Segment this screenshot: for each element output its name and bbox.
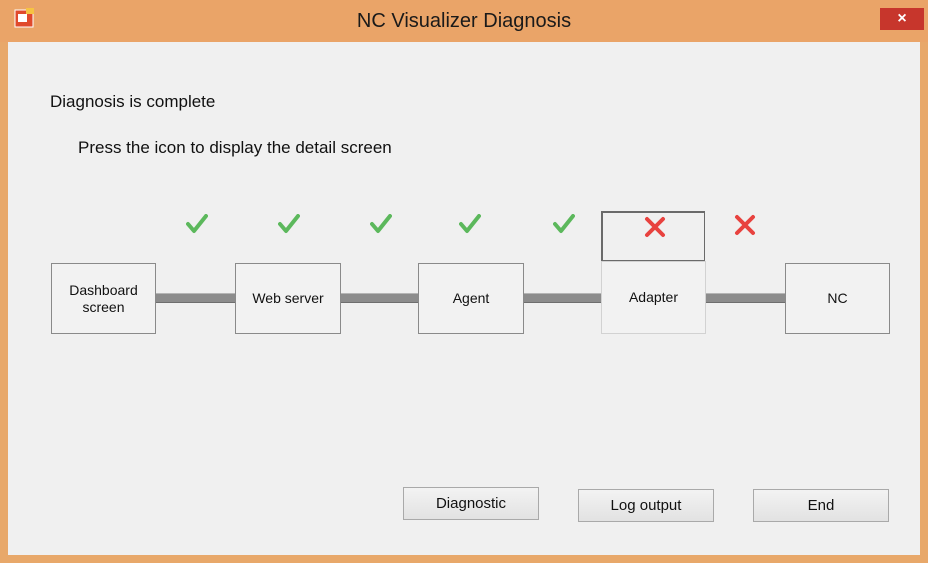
title-bar: NC Visualizer Diagnosis ×	[0, 0, 928, 42]
end-button[interactable]: End	[753, 489, 889, 522]
cross-icon[interactable]	[734, 214, 756, 236]
check-icon[interactable]	[186, 214, 208, 234]
connector-agent-adapter	[523, 293, 602, 303]
connector-dashboard-webserver	[155, 293, 236, 303]
node-adapter[interactable]: Adapter	[601, 261, 706, 334]
node-nc[interactable]: NC	[785, 263, 890, 334]
diagnosis-window: NC Visualizer Diagnosis × Diagnosis is c…	[0, 0, 928, 563]
node-dashboard-screen[interactable]: Dashboard screen	[51, 263, 156, 334]
node-agent[interactable]: Agent	[418, 263, 524, 334]
check-icon[interactable]	[370, 214, 392, 234]
check-icon[interactable]	[553, 214, 575, 234]
instruction-text: Press the icon to display the detail scr…	[78, 138, 392, 157]
close-button[interactable]: ×	[880, 8, 924, 30]
window-title: NC Visualizer Diagnosis	[356, 10, 572, 32]
connector-adapter-nc	[705, 293, 785, 303]
check-icon[interactable]	[459, 214, 481, 234]
diagnostic-button[interactable]: Diagnostic	[403, 487, 539, 520]
cross-icon[interactable]	[644, 216, 666, 238]
client-area: Diagnosis is complete Press the icon to …	[8, 42, 920, 555]
check-icon[interactable]	[278, 214, 300, 234]
log-output-button[interactable]: Log output	[578, 489, 714, 522]
status-text: Diagnosis is complete	[50, 92, 216, 111]
node-web-server[interactable]: Web server	[235, 263, 341, 334]
connector-webserver-agent	[340, 293, 419, 303]
